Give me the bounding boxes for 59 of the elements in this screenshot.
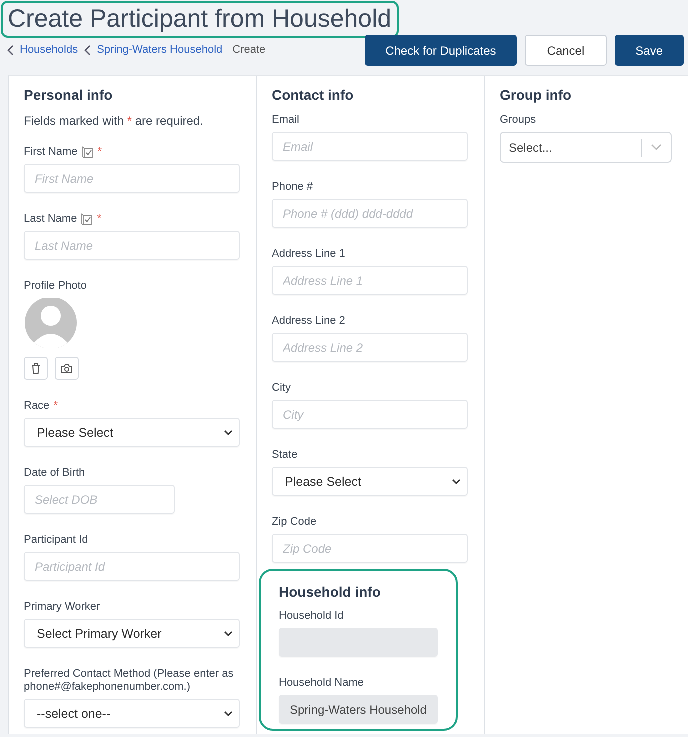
field-label: Zip Code bbox=[272, 516, 317, 529]
input-field[interactable]: Spring-Waters Household bbox=[279, 695, 438, 724]
field-label: Email bbox=[272, 114, 300, 127]
delete-photo-button[interactable] bbox=[24, 357, 48, 380]
field-label: Preferred Contact Method (Please enter as phone#@fakephonenumber.com.) bbox=[24, 668, 235, 694]
input-field[interactable]: Participant Id bbox=[24, 552, 240, 581]
check-duplicates-button[interactable]: Check for Duplicates bbox=[364, 35, 518, 66]
chevron-down-icon bbox=[452, 478, 461, 484]
chevron-left-icon bbox=[7, 44, 14, 56]
section-heading: Personal info bbox=[24, 87, 114, 103]
field-label: Address Line 1 bbox=[272, 248, 346, 261]
field-label: Last Name bbox=[24, 213, 78, 226]
field-label: Household Name bbox=[279, 677, 364, 690]
field-label: Phone # bbox=[272, 181, 313, 194]
camera-icon bbox=[61, 364, 73, 374]
field-label: Groups bbox=[500, 114, 536, 127]
section-heading: Contact info bbox=[272, 87, 355, 103]
field-label: City bbox=[272, 382, 291, 395]
select-dropdown[interactable]: Please Select bbox=[24, 418, 240, 447]
camera-button[interactable] bbox=[55, 357, 79, 380]
chevron-left-icon bbox=[84, 44, 92, 56]
select-dropdown[interactable]: Select Primary Worker bbox=[24, 619, 240, 648]
section-heading: Household info bbox=[279, 584, 382, 600]
cancel-button[interactable]: Cancel bbox=[525, 35, 607, 66]
field-label: Date of Birth bbox=[24, 467, 86, 480]
select-dropdown[interactable]: Select... bbox=[500, 132, 672, 163]
field-label: Participant Id bbox=[24, 534, 88, 547]
chevron-down-icon bbox=[224, 630, 233, 636]
date-field[interactable]: Select DOB bbox=[24, 485, 175, 514]
field-label: Address Line 2 bbox=[272, 315, 346, 328]
input-field[interactable]: City bbox=[272, 400, 468, 429]
field-label: State bbox=[272, 449, 298, 462]
select-dropdown[interactable]: Please Select bbox=[272, 467, 468, 496]
field-label: Race bbox=[24, 400, 50, 413]
trash-icon bbox=[31, 362, 41, 374]
section-heading: Group info bbox=[500, 87, 573, 103]
breadcrumb-link[interactable]: Spring-Waters Household bbox=[97, 44, 223, 56]
required-marker: * bbox=[54, 400, 58, 413]
breadcrumb-current: Create bbox=[232, 44, 266, 56]
input-field[interactable]: Zip Code bbox=[272, 534, 468, 563]
required-note: Fields marked with * are required. bbox=[24, 114, 204, 128]
input-field[interactable]: Phone # (ddd) ddd-dddd bbox=[272, 199, 468, 228]
input-field[interactable]: Last Name bbox=[24, 231, 240, 260]
required-marker: * bbox=[97, 213, 102, 226]
save-button[interactable]: Save bbox=[614, 35, 684, 66]
field-label: Household Id bbox=[279, 610, 344, 623]
input-field[interactable]: Email bbox=[272, 132, 468, 161]
page-title: Create Participant from Household bbox=[1, 1, 399, 38]
breadcrumb-link[interactable]: Households bbox=[20, 44, 78, 56]
chevron-down-icon bbox=[224, 430, 233, 436]
input-field[interactable]: First Name bbox=[24, 164, 240, 193]
select-dropdown[interactable]: --select one-- bbox=[24, 699, 240, 728]
required-marker: * bbox=[98, 146, 102, 159]
field-label: Profile Photo bbox=[24, 280, 87, 293]
chevron-down-icon bbox=[224, 710, 233, 716]
chevron-down-icon bbox=[651, 144, 662, 151]
field-label: Primary Worker bbox=[24, 601, 100, 614]
input-field[interactable] bbox=[279, 628, 438, 657]
field-label: First Name bbox=[24, 146, 78, 159]
